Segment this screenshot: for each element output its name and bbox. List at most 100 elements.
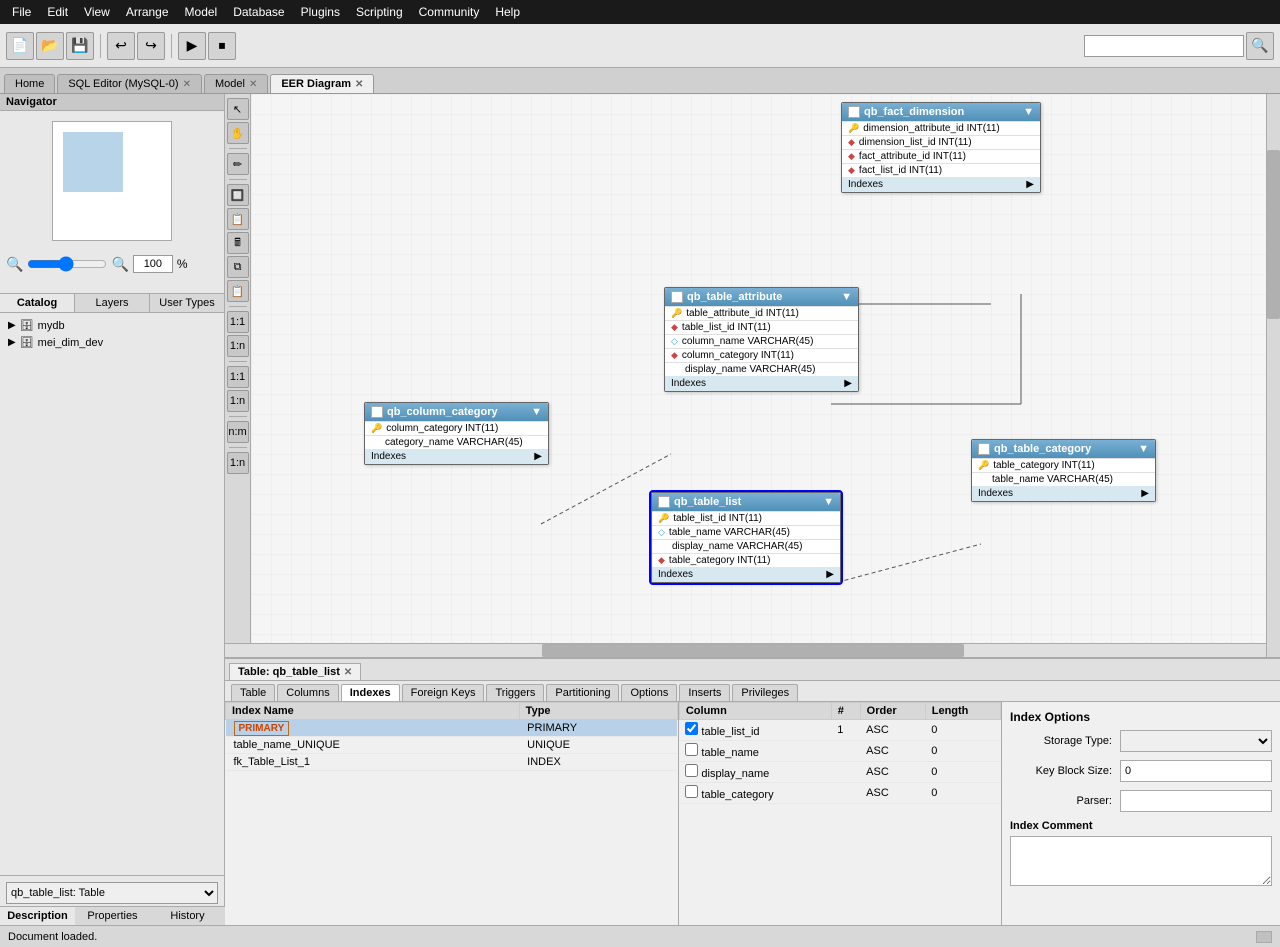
save-button[interactable]: 💾 [66, 32, 94, 60]
vt-layer-tool[interactable]: 📋 [227, 208, 249, 230]
key-block-size-input[interactable] [1120, 760, 1272, 782]
zoom-out-icon[interactable]: 🔍 [6, 256, 23, 273]
inner-tab-columns[interactable]: Columns [277, 684, 338, 701]
index-row-fk[interactable]: fk_Table_List_1 INDEX [226, 754, 678, 771]
tab-home[interactable]: Home [4, 74, 55, 93]
tree-item-mei[interactable]: ▶ 🗄 mei_dim_dev [4, 334, 220, 351]
open-button[interactable]: 📂 [36, 32, 64, 60]
eer-table-qb-table-attribute[interactable]: qb_table_attribute ▼ 🔑table_attribute_id… [664, 287, 859, 392]
idx-col-checkbox-3[interactable] [685, 764, 698, 777]
vt-rel-1nc[interactable]: 1:n [227, 452, 249, 474]
execute-button[interactable]: ▶ [178, 32, 206, 60]
vt-rel-11b[interactable]: 1:1 [227, 366, 249, 388]
stop-button[interactable]: ⏹ [208, 32, 236, 60]
idx-col-checkbox-1[interactable] [685, 722, 698, 735]
eer-indexes-cc[interactable]: Indexes▶ [365, 449, 548, 464]
idx-col-check-2[interactable]: table_name [679, 741, 831, 762]
eer-table-header-qb-column-category[interactable]: qb_column_category ▼ [365, 403, 548, 421]
eer-table-header-qb-table-category[interactable]: qb_table_category ▼ [972, 440, 1155, 458]
inner-tab-inserts[interactable]: Inserts [679, 684, 730, 701]
idx-col-check-4[interactable]: table_category [679, 783, 831, 804]
menu-community[interactable]: Community [411, 0, 488, 24]
menu-help[interactable]: Help [487, 0, 528, 24]
eer-table-qb-table-list[interactable]: qb_table_list ▼ 🔑table_list_id INT(11) ◇… [651, 492, 841, 583]
storage-type-select[interactable] [1120, 730, 1272, 752]
menu-view[interactable]: View [76, 0, 118, 24]
eer-table-header-qb-fact-dimension[interactable]: qb_fact_dimension ▼ [842, 103, 1040, 121]
eer-table-header-qb-table-list[interactable]: qb_table_list ▼ [652, 493, 840, 511]
idx-col-check-1[interactable]: table_list_id [679, 720, 831, 741]
index-comment-textarea[interactable] [1010, 836, 1272, 886]
vt-rel-1nb[interactable]: 1:n [227, 390, 249, 412]
menu-plugins[interactable]: Plugins [293, 0, 348, 24]
bnav-tab-properties[interactable]: Properties [75, 907, 150, 925]
inner-tab-triggers[interactable]: Triggers [486, 684, 544, 701]
bottom-tab-close[interactable]: ✕ [344, 667, 352, 678]
index-row-primary[interactable]: PRIMARY PRIMARY [226, 720, 678, 737]
menu-file[interactable]: File [4, 0, 39, 24]
zoom-input[interactable] [133, 255, 173, 273]
vt-rubber-tool[interactable]: ✏ [227, 153, 249, 175]
tab-sql-editor[interactable]: SQL Editor (MySQL-0) ✕ [57, 74, 202, 93]
tab-model[interactable]: Model ✕ [204, 74, 268, 93]
menu-edit[interactable]: Edit [39, 0, 76, 24]
left-tab-user-types[interactable]: User Types [150, 294, 224, 312]
eer-indexes-fd[interactable]: Indexes▶ [842, 177, 1040, 192]
vt-rel-1n[interactable]: 1:n [227, 335, 249, 357]
vt-hand-tool[interactable]: ✋ [227, 122, 249, 144]
vt-rel-nm[interactable]: n:m [227, 421, 249, 443]
index-name-fk[interactable]: fk_Table_List_1 [226, 754, 520, 771]
tab-model-close[interactable]: ✕ [249, 79, 257, 90]
eer-table-qb-column-category[interactable]: qb_column_category ▼ 🔑column_category IN… [364, 402, 549, 465]
idx-col-check-3[interactable]: display_name [679, 762, 831, 783]
table-expand-tl[interactable]: ▼ [823, 496, 834, 508]
eer-indexes-tc[interactable]: Indexes▶ [972, 486, 1155, 501]
vt-zoom-tool[interactable]: 🔲 [227, 184, 249, 206]
bnav-tab-history[interactable]: History [150, 907, 225, 925]
tree-item-mydb[interactable]: ▶ 🗄 mydb [4, 317, 220, 334]
vt-calc-tool[interactable]: 🖩 [227, 232, 249, 254]
bnav-tab-description[interactable]: Description [0, 907, 75, 925]
table-expand-icon[interactable]: ▼ [1023, 106, 1034, 118]
zoom-in-icon[interactable]: 🔍 [111, 256, 128, 273]
horizontal-scrollbar[interactable] [225, 643, 1280, 657]
idx-col-checkbox-4[interactable] [685, 785, 698, 798]
inner-tab-indexes[interactable]: Indexes [341, 684, 400, 701]
index-name-unique[interactable]: table_name_UNIQUE [226, 737, 520, 754]
redo-button[interactable]: ↪ [137, 32, 165, 60]
menu-model[interactable]: Model [177, 0, 226, 24]
table-select[interactable]: qb_table_list: Table [6, 882, 218, 904]
vt-paste-tool[interactable]: 📋 [227, 280, 249, 302]
index-name-primary[interactable]: PRIMARY [226, 720, 520, 737]
eer-table-qb-fact-dimension[interactable]: qb_fact_dimension ▼ 🔑dimension_attribute… [841, 102, 1041, 193]
vt-copy-tool[interactable]: ⧉ [227, 256, 249, 278]
left-tab-catalog[interactable]: Catalog [0, 294, 75, 312]
zoom-slider[interactable] [27, 256, 107, 272]
eer-table-header-qb-table-attribute[interactable]: qb_table_attribute ▼ [665, 288, 858, 306]
vt-select-tool[interactable]: ↖ [227, 98, 249, 120]
eer-table-qb-table-category[interactable]: qb_table_category ▼ 🔑table_category INT(… [971, 439, 1156, 502]
menu-arrange[interactable]: Arrange [118, 0, 177, 24]
inner-tab-foreign-keys[interactable]: Foreign Keys [402, 684, 485, 701]
tab-sql-close[interactable]: ✕ [183, 79, 191, 90]
parser-input[interactable] [1120, 790, 1272, 812]
vertical-scrollbar[interactable] [1266, 94, 1280, 657]
menu-database[interactable]: Database [225, 0, 292, 24]
navigator-canvas[interactable] [52, 121, 172, 241]
tab-eer-diagram[interactable]: EER Diagram ✕ [270, 74, 374, 93]
left-tab-layers[interactable]: Layers [75, 294, 150, 312]
table-expand-tc[interactable]: ▼ [1138, 443, 1149, 455]
idx-col-checkbox-2[interactable] [685, 743, 698, 756]
eer-indexes-ta[interactable]: Indexes▶ [665, 376, 858, 391]
menu-scripting[interactable]: Scripting [348, 0, 411, 24]
table-expand-cc[interactable]: ▼ [531, 406, 542, 418]
inner-tab-table[interactable]: Table [231, 684, 275, 701]
inner-tab-privileges[interactable]: Privileges [732, 684, 798, 701]
search-input[interactable] [1084, 35, 1244, 57]
undo-button[interactable]: ↩ [107, 32, 135, 60]
tab-eer-close[interactable]: ✕ [355, 79, 363, 90]
inner-tab-partitioning[interactable]: Partitioning [546, 684, 619, 701]
table-expand-ta[interactable]: ▼ [841, 291, 852, 303]
index-row-unique[interactable]: table_name_UNIQUE UNIQUE [226, 737, 678, 754]
search-button[interactable]: 🔍 [1246, 32, 1274, 60]
